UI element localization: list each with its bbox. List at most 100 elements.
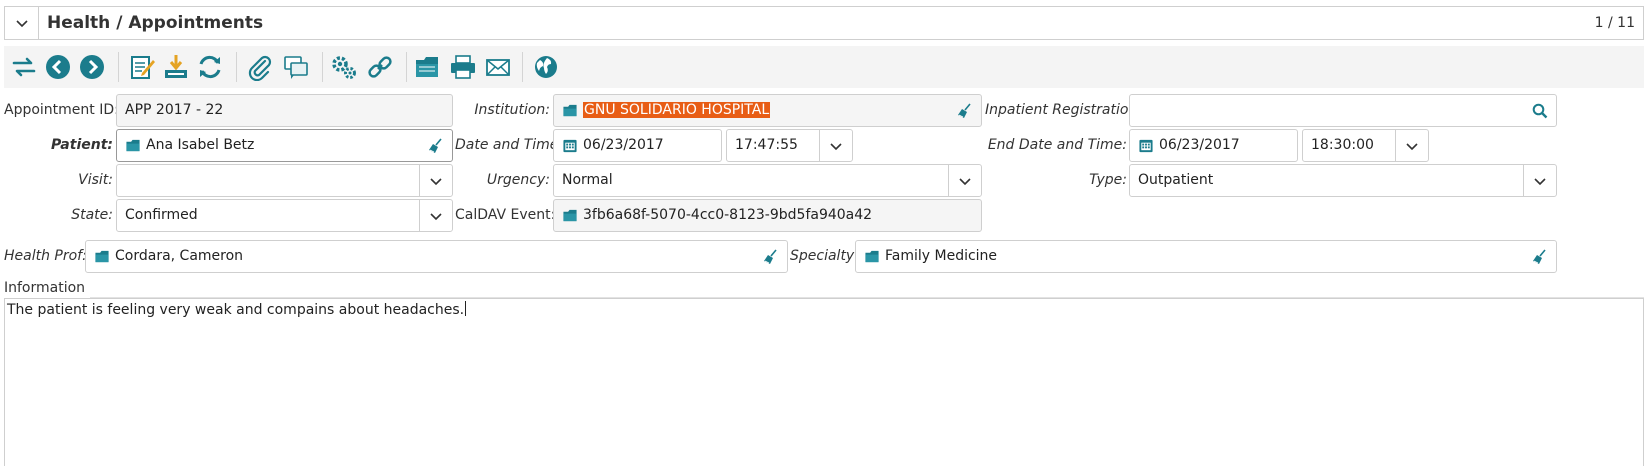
previous-record-icon [46,55,70,79]
toolbar [4,46,1644,88]
notes-icon [284,56,308,79]
reload-icon [199,55,221,79]
actions-button[interactable] [328,51,360,83]
caldav-event-value: 3fb6a68f-5070-4cc0-8123-9bd5fa940a42 [583,207,873,223]
search-icon [1532,103,1548,118]
collapse-button[interactable] [5,7,39,39]
broom-icon [428,137,442,154]
chevron-down-icon [15,20,28,27]
print-button[interactable] [447,51,479,83]
health-prof-field[interactable]: Cordara, Cameron [85,240,788,273]
calendar-icon[interactable] [562,138,578,153]
reload-button[interactable] [194,51,226,83]
next-record-button[interactable] [76,51,108,83]
email-button[interactable] [482,51,514,83]
type-label: Type: [1089,172,1127,188]
email-icon [486,59,510,76]
title-bar: Health / Appointments 1 / 11 [4,6,1644,40]
appointment-id-field[interactable]: APP 2017 - 22 [116,94,453,127]
broom-icon [1532,248,1546,265]
start-time-field[interactable]: 17:47:55 [726,129,853,162]
folder-icon [563,104,577,117]
attachment-button[interactable] [244,51,276,83]
appointment-id-label: Appointment ID: [4,102,119,118]
relate-button[interactable] [364,51,396,83]
attachment-icon [248,55,272,81]
chevron-down-icon [430,212,442,220]
type-select[interactable]: Outpatient [1129,164,1557,197]
caldav-event-field[interactable]: 3fb6a68f-5070-4cc0-8123-9bd5fa940a42 [553,199,982,232]
clear-specialty-button[interactable] [1524,241,1556,272]
globe-icon [535,56,557,78]
open-folder-icon [416,57,438,77]
urgency-select[interactable]: Normal [553,164,982,197]
patient-label: Patient: [50,137,113,153]
clear-institution-button[interactable] [949,95,981,126]
globe-button[interactable] [530,51,562,83]
visit-label: Visit: [78,172,113,188]
chevron-down-icon [959,177,971,185]
end-time-dropdown[interactable] [1395,130,1428,161]
page-title: Health / Appointments [47,13,264,33]
state-value: Confirmed [125,207,198,223]
patient-value: Ana Isabel Betz [146,137,255,153]
type-dropdown[interactable] [1523,165,1556,196]
text-caret [465,301,467,316]
start-time-dropdown[interactable] [819,130,852,161]
end-date-time-label: End Date and Time: [987,137,1127,153]
state-dropdown[interactable] [419,200,452,231]
switch-view-icon [12,57,36,77]
specialty-field[interactable]: Family Medicine [855,240,1557,273]
new-record-button[interactable] [126,51,158,83]
information-value: The patient is feeling very weak and com… [7,302,465,318]
end-time-field[interactable]: 18:30:00 [1302,129,1429,162]
relate-icon [368,56,392,78]
urgency-dropdown[interactable] [948,165,981,196]
visit-select[interactable] [116,164,453,197]
actions-icon [332,56,356,79]
inpatient-registration-field[interactable] [1129,94,1557,127]
chevron-down-icon [1406,142,1418,150]
visit-dropdown[interactable] [419,165,452,196]
folder-icon [126,139,140,152]
chevron-down-icon [430,177,442,185]
start-date-field[interactable]: 06/23/2017 [553,129,722,162]
folder-icon [865,250,879,263]
start-time-value: 17:47:55 [735,137,798,153]
previous-record-button[interactable] [42,51,74,83]
switch-view-button[interactable] [8,51,40,83]
health-prof-value: Cordara, Cameron [115,248,244,264]
clear-patient-button[interactable] [420,130,452,161]
broom-icon [763,248,777,265]
state-label: State: [71,207,113,223]
new-record-icon [131,56,155,79]
clear-health-prof-button[interactable] [755,241,787,272]
search-inpatient-button[interactable] [1524,95,1556,126]
save-button[interactable] [160,51,192,83]
notes-button[interactable] [280,51,312,83]
urgency-label: Urgency: [486,172,550,188]
save-icon [165,55,187,78]
start-date-value: 06/23/2017 [583,137,664,153]
print-icon [451,55,475,79]
date-time-label: Date and Time: [455,137,564,153]
end-date-value: 06/23/2017 [1159,137,1240,153]
next-record-icon [80,55,104,79]
state-select[interactable]: Confirmed [116,199,453,232]
folder-icon [563,209,577,222]
specialty-value: Family Medicine [885,248,998,264]
open-folder-button[interactable] [412,51,444,83]
patient-field[interactable]: Ana Isabel Betz [116,129,453,162]
broom-icon [957,102,971,119]
record-counter: 1 / 11 [1594,15,1635,31]
type-value: Outpatient [1138,172,1214,188]
chevron-down-icon [1534,177,1546,185]
institution-field[interactable]: GNU SOLIDARIO HOSPITAL [553,94,982,127]
information-textarea[interactable]: The patient is feeling very weak and com… [4,298,1644,466]
end-date-field[interactable]: 06/23/2017 [1129,129,1298,162]
calendar-icon[interactable] [1138,138,1154,153]
caldav-event-label: CalDAV Event: [455,207,556,223]
urgency-value: Normal [562,172,613,188]
health-prof-label: Health Prof: [4,248,87,264]
end-time-value: 18:30:00 [1311,137,1374,153]
